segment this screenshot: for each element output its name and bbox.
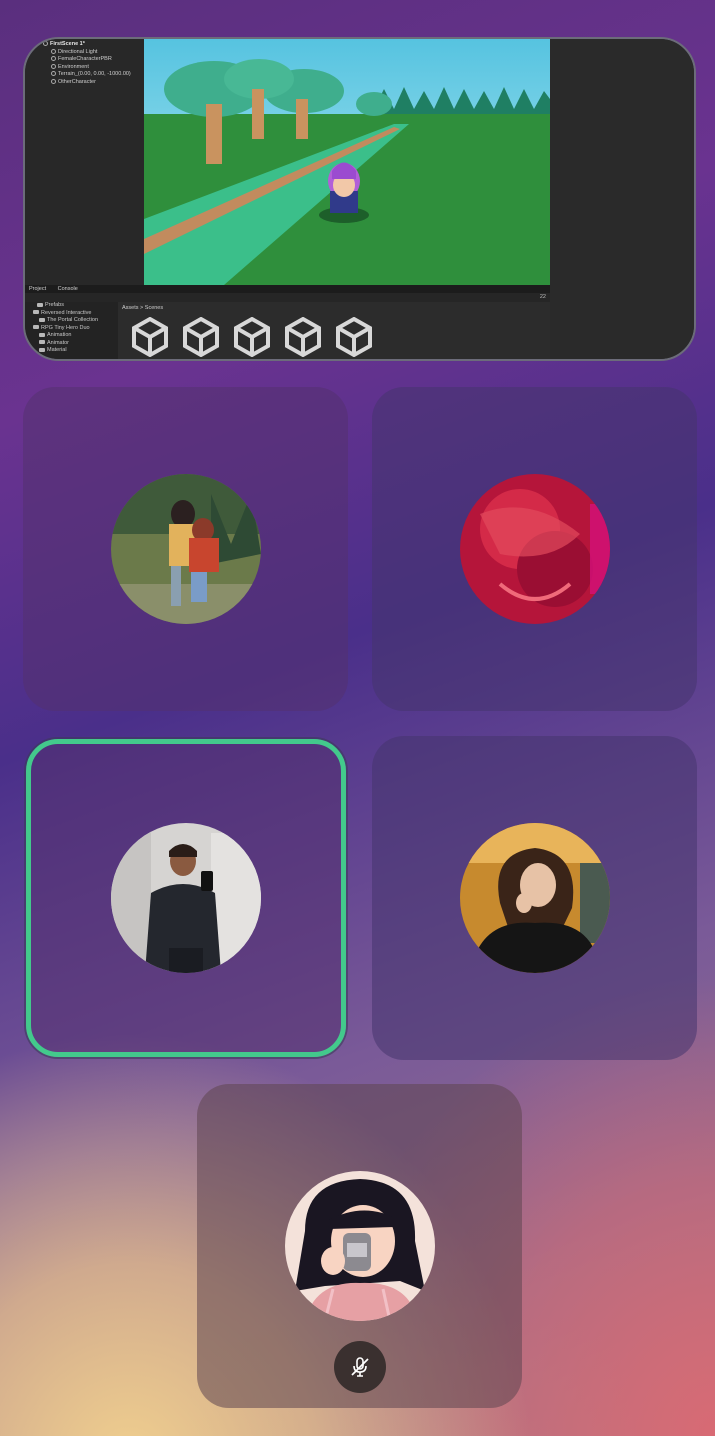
hierarchy-item[interactable]: Terrain_(0.00, 0.00, -1000.00) [25, 71, 144, 79]
folder-label: The Portal Collection [47, 317, 99, 323]
breadcrumb: Assets > Scenes [122, 305, 164, 311]
hierarchy-panel: FirstScene 1* Directional Light FemaleCh… [25, 39, 144, 285]
red-abstract-avatar [459, 474, 610, 624]
hierarchy-item[interactable]: Directional Light [25, 49, 144, 57]
hierarchy-item[interactable]: FirstScene 1* [25, 41, 144, 49]
hierarchy-label: Terrain_(0.00, 0.00, -1000.00) [58, 71, 131, 77]
hierarchy-label: Directional Light [58, 48, 98, 55]
folder-label: Prefabs [45, 302, 64, 308]
participant-tile-3[interactable] [26, 739, 346, 1057]
hierarchy-label: FemaleCharacterPBR [58, 56, 112, 62]
mute-indicator[interactable] [333, 1341, 386, 1393]
project-tabbar: Project Console [25, 285, 550, 293]
screen-share-tile[interactable]: FirstScene 1* Directional Light FemaleCh… [23, 37, 696, 361]
participant-tile-4[interactable] [372, 736, 697, 1060]
project-search[interactable]: 22 [25, 293, 550, 302]
tab-project[interactable]: Project [29, 286, 46, 292]
hierarchy-label: OtherCharacter [58, 78, 96, 85]
project-folder[interactable]: Animator [25, 340, 118, 348]
scene-icon [43, 41, 48, 47]
project-tree: Prefabs Reversed Interactive The Portal … [25, 302, 118, 359]
folder-icon [39, 340, 45, 345]
asset-count: 22 [539, 294, 546, 300]
participant-tile-1[interactable] [23, 387, 348, 711]
asset-grid [132, 317, 372, 357]
unity-scene-icon[interactable] [183, 317, 219, 357]
tab-console[interactable]: Console [58, 286, 78, 292]
folder-label: Reversed Interactive [41, 309, 92, 316]
hierarchy-label: Environment [58, 63, 89, 70]
project-folder[interactable]: RPG Tiny Hero Duo [25, 325, 118, 333]
unity-scene-icon[interactable] [336, 317, 372, 357]
folder-icon [39, 332, 45, 337]
folder-label: Animation [47, 332, 72, 338]
project-panel: Project Console 22 Prefabs Reversed Inte… [25, 285, 550, 359]
unity-scene-icon[interactable] [132, 317, 168, 357]
inspector-panel [550, 39, 694, 359]
hierarchy-item[interactable]: OtherCharacter [25, 79, 144, 87]
project-folder[interactable]: Material [25, 347, 118, 355]
unity-scene-icon[interactable] [234, 317, 270, 357]
folder-icon [39, 317, 45, 322]
unity-scene-icon[interactable] [285, 317, 321, 357]
folder-icon [39, 347, 45, 352]
hierarchy-item[interactable]: FemaleCharacterPBR [25, 56, 144, 64]
participant-tile-5[interactable] [197, 1084, 522, 1408]
hierarchy-item[interactable]: Environment [25, 64, 144, 72]
participant-tile-2[interactable] [372, 387, 697, 711]
folder-icon [37, 302, 43, 307]
project-folder[interactable]: Animation [25, 332, 118, 340]
assets-area: Assets > Scenes [118, 302, 550, 359]
game-scene-image [144, 39, 550, 285]
project-folder[interactable]: Prefabs [25, 302, 118, 310]
gameobject-icon [51, 71, 56, 77]
anime-drinking-avatar [284, 1171, 435, 1321]
game-view[interactable] [144, 39, 550, 285]
webcam-avatar [459, 823, 610, 973]
mic-off-icon [350, 1357, 369, 1377]
anime-couple-avatar [110, 474, 261, 624]
gameobject-icon [51, 56, 56, 62]
mirror-selfie-avatar [111, 823, 261, 973]
gameobject-icon [51, 63, 56, 69]
gameobject-icon [51, 48, 56, 54]
folder-label: RPG Tiny Hero Duo [41, 324, 90, 331]
hierarchy-label: FirstScene 1* [50, 41, 85, 47]
call-grid: FirstScene 1* Directional Light FemaleCh… [0, 0, 715, 1436]
folder-label: Material [47, 347, 67, 353]
project-folder[interactable]: The Portal Collection [25, 317, 118, 325]
folder-icon [33, 325, 39, 330]
gameobject-icon [51, 78, 56, 84]
folder-label: Animator [47, 339, 70, 346]
folder-icon [33, 310, 39, 315]
project-folder[interactable]: Reversed Interactive [25, 310, 118, 318]
